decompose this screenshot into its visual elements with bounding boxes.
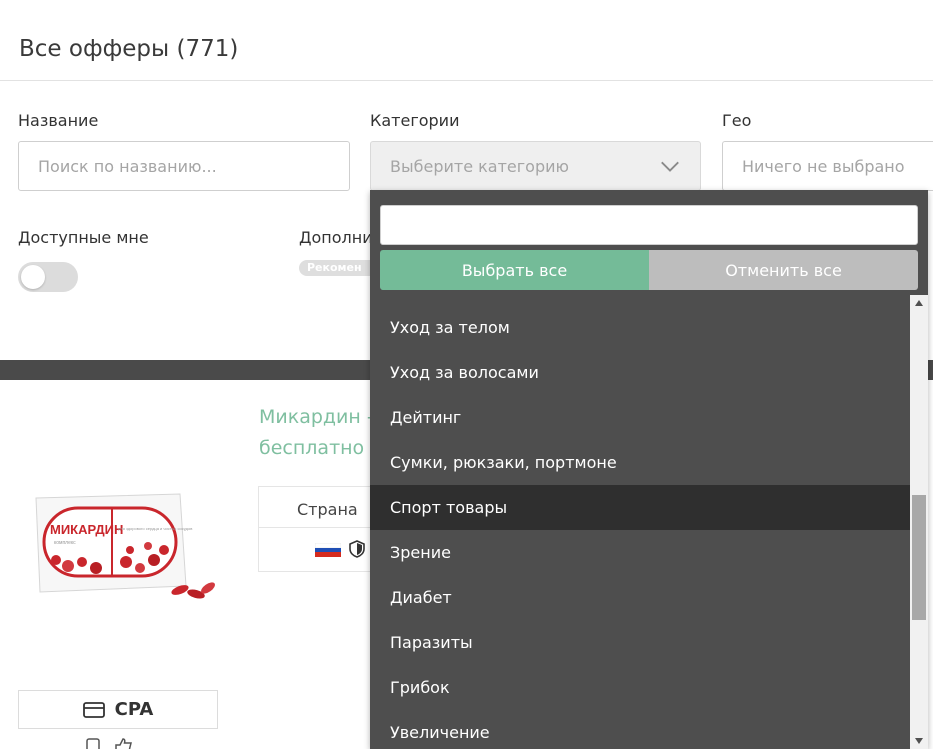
category-option[interactable]: Увеличение [370, 710, 910, 749]
chevron-down-icon [661, 161, 679, 172]
title-divider [0, 80, 933, 81]
offer-title-line1: Микардин - [259, 406, 374, 428]
toggle-knob [21, 265, 45, 289]
category-list: Уход за телом Уход за волосами Дейтинг С… [370, 305, 910, 749]
dropdown-search-field[interactable] [380, 205, 918, 245]
cpa-badge: CPA [18, 690, 218, 729]
cancel-all-button[interactable]: Отменить все [649, 250, 918, 290]
categories-label: Категории [370, 111, 460, 130]
category-option[interactable]: Уход за волосами [370, 350, 910, 395]
geo-placeholder: Ничего не выбрано [742, 156, 905, 176]
dropdown-search-input[interactable] [381, 206, 917, 244]
checkbox-icon[interactable] [85, 737, 101, 749]
russia-flag-icon [315, 543, 341, 557]
category-option[interactable]: Уход за телом [370, 305, 910, 350]
categories-select[interactable]: Выберите категорию [370, 141, 701, 191]
offer-title-line2: бесплатно [259, 437, 365, 459]
name-search-field[interactable] [18, 141, 350, 191]
select-all-button[interactable]: Выбрать все [380, 250, 649, 290]
name-label: Название [18, 111, 99, 130]
product-brand-text: МИКАРДИН [50, 522, 123, 537]
country-header: Страна [297, 500, 358, 519]
table-row-divider [259, 527, 377, 528]
product-image: МИКАРДИН комплекс для здорового сердца и… [35, 493, 215, 599]
product-subtitle-text: комплекс [54, 540, 76, 546]
available-label: Доступные мне [18, 228, 149, 247]
category-option[interactable]: Зрение [370, 530, 910, 575]
cpa-label: CPA [114, 699, 154, 720]
thumbs-up-icon[interactable] [113, 737, 135, 749]
dropdown-scrollbar[interactable] [910, 295, 928, 749]
category-dropdown: Выбрать все Отменить все Уход за телом У… [370, 190, 928, 749]
category-option[interactable]: Грибок [370, 665, 910, 710]
geo-select[interactable]: Ничего не выбрано [722, 141, 933, 191]
offer-action-icons [85, 737, 135, 749]
recommended-chip[interactable]: Рекомен [299, 260, 379, 276]
category-option[interactable]: Дейтинг [370, 395, 910, 440]
credit-card-icon [82, 701, 105, 718]
category-option[interactable]: Сумки, рюкзаки, портмоне [370, 440, 910, 485]
offer-title-link[interactable]: Микардин - бесплатно [259, 402, 379, 464]
scrollbar-thumb[interactable] [912, 495, 926, 620]
product-desc-text: для здорового сердца и чистых сосудов [118, 526, 192, 531]
scroll-up-arrow-icon[interactable] [910, 295, 928, 311]
categories-placeholder: Выберите категорию [390, 156, 569, 176]
category-option[interactable]: Диабет [370, 575, 910, 620]
geo-label: Гео [722, 111, 752, 130]
shield-icon [349, 540, 365, 558]
category-option-highlighted[interactable]: Спорт товары [370, 485, 910, 530]
category-option[interactable]: Паразиты [370, 620, 910, 665]
available-toggle[interactable] [18, 262, 78, 292]
page-title: Все офферы (771) [19, 36, 239, 62]
extra-label: Дополни [299, 228, 371, 247]
scroll-down-arrow-icon[interactable] [910, 733, 928, 749]
name-search-input[interactable] [38, 156, 330, 176]
offer-info-table: Страна [258, 486, 378, 572]
